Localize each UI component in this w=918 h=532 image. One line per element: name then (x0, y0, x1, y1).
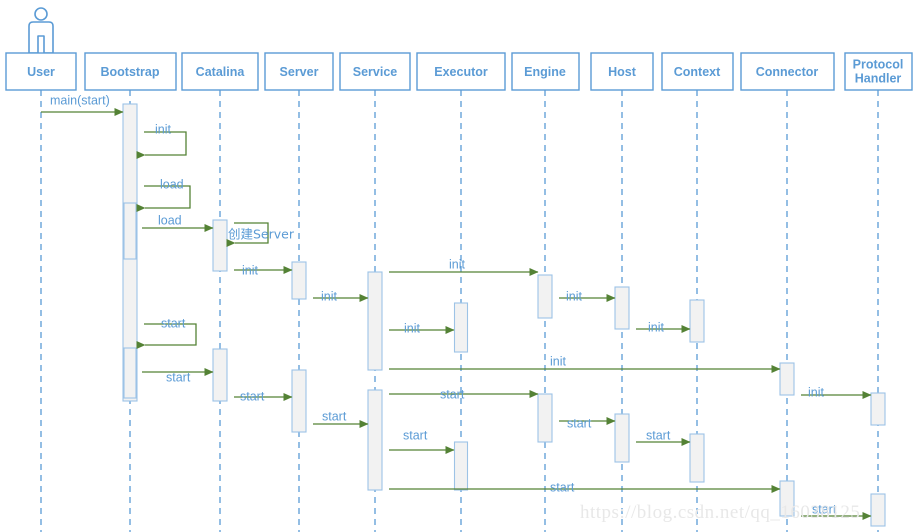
msg-connector-init: init (801, 385, 872, 399)
service-start-activation (367, 389, 383, 491)
participant-label-protocol: Protocol (853, 57, 904, 71)
msg-service-init-exec: init (389, 321, 455, 335)
msg-catalina-start: start (234, 389, 293, 403)
msg-catalina-start-label: start (240, 389, 265, 403)
user-actor-icon (28, 7, 54, 54)
activations-layer (122, 103, 886, 527)
context-start-activation (689, 433, 705, 483)
msg-catalina-create-label: 创建Server (228, 227, 295, 242)
msg-bootstrap-load: load (136, 177, 191, 212)
msg-bootstrap-start2-label: start (166, 370, 191, 384)
msg-server-init: init (313, 289, 369, 303)
msg-bootstrap-start-label: start (161, 316, 186, 330)
watermark-url: https://blog.csdn.net/qq_16038125 (580, 502, 860, 523)
host-start-activation (614, 413, 630, 463)
msg-service-init-conn: init (389, 354, 781, 373)
participant-label-service: Service (353, 65, 398, 79)
msg-main-start: main(start) (41, 93, 124, 116)
participant-user[interactable]: User (5, 52, 77, 91)
participant-label-bootstrap: Bootstrap (100, 65, 159, 79)
msg-service-init-engine: init (389, 257, 539, 276)
msg-catalina-create: 创建Server (226, 222, 295, 247)
msg-catalina-init-label: init (242, 263, 259, 277)
participant-label-server: Server (280, 65, 319, 79)
msg-host-init-context: init (636, 320, 691, 334)
msg-bootstrap-load-label: load (160, 177, 184, 191)
server-init-activation (291, 261, 307, 300)
participant-catalina[interactable]: Catalina (181, 52, 259, 91)
participant-label-connector: Connector (756, 65, 819, 79)
participant-executor[interactable]: Executor (416, 52, 506, 91)
participant-host[interactable]: Host (590, 52, 654, 91)
msg-bootstrap-start2: start (142, 368, 214, 384)
msg-service-start-exec: start (389, 428, 455, 454)
participant-server[interactable]: Server (264, 52, 334, 91)
participant-label2-protocol: Handler (855, 71, 902, 85)
participant-context[interactable]: Context (661, 52, 734, 91)
msg-host-init-context-label: init (648, 320, 665, 334)
participant-bootstrap[interactable]: Bootstrap (84, 52, 177, 91)
participant-headers-layer: User Bootstrap Catalina Server Service Execut… (5, 52, 913, 91)
participant-engine[interactable]: Engine (511, 52, 580, 91)
msg-bootstrap-load2-label: load (158, 213, 182, 227)
msg-server-init-label: init (321, 289, 338, 303)
protocol-start-activation (870, 493, 886, 527)
msg-service-start-eng-label: start (440, 387, 465, 401)
msg-bootstrap-start: start (136, 316, 197, 349)
msg-bootstrap-init: init (136, 122, 187, 159)
msg-service-start-conn: start (389, 480, 781, 494)
msg-service-init-engine-label: init (449, 257, 466, 271)
watermark-layer: https://blog.csdn.net/qq_16038125 (580, 502, 860, 523)
participant-label-executor: Executor (434, 65, 488, 79)
server-start-activation (291, 369, 307, 433)
bootstrap-start-activation (123, 347, 137, 399)
participant-label-engine: Engine (524, 65, 566, 79)
msg-main-start-label: main(start) (50, 93, 110, 107)
executor-start-activation (453, 441, 469, 491)
engine-start-activation (537, 393, 553, 443)
actor-layer (28, 7, 54, 54)
msg-service-start-conn-label: start (550, 480, 575, 494)
protocol-init-activation (870, 392, 886, 426)
msg-server-start: start (313, 409, 369, 428)
participant-label-catalina: Catalina (196, 65, 246, 79)
sequence-diagram-svg: main(start) init load load 创建Server init init i… (5, 7, 913, 532)
msg-service-init-exec-label: init (404, 321, 421, 335)
participant-label-host: Host (608, 65, 637, 79)
participant-protocol[interactable]: ProtocolHandler (844, 52, 913, 91)
msg-engine-start-host-label: start (567, 416, 592, 430)
participant-label-context: Context (674, 65, 721, 79)
msg-host-start-ctx-label: start (646, 428, 671, 442)
msg-catalina-init: init (234, 263, 293, 277)
participant-label-user: User (27, 65, 55, 79)
msg-service-init-conn-label: init (550, 354, 567, 368)
sequence-diagram-canvas: main(start) init load load 创建Server init init i… (0, 0, 918, 532)
executor-init-activation (453, 302, 469, 353)
service-init-activation (367, 271, 383, 371)
participant-service[interactable]: Service (339, 52, 411, 91)
msg-service-start-eng: start (389, 387, 539, 401)
connector-init-activation (779, 362, 795, 396)
catalina-start-activation (212, 348, 228, 402)
msg-service-start-exec-label: start (403, 428, 428, 442)
engine-init-activation (537, 274, 553, 319)
context-init-activation (689, 299, 705, 343)
msg-engine-init-host-label: init (566, 289, 583, 303)
msg-connector-init-label: init (808, 385, 825, 399)
msg-server-start-label: start (322, 409, 347, 423)
msg-host-start-ctx: start (636, 428, 691, 446)
msg-engine-start-host: start (559, 416, 616, 430)
participant-connector[interactable]: Connector (740, 52, 835, 91)
msg-bootstrap-init-label: init (155, 122, 172, 136)
msg-engine-init-host: init (559, 289, 616, 303)
bootstrap-load-activation (123, 202, 137, 260)
msg-bootstrap-load2: load (142, 213, 214, 232)
catalina-load-activation (212, 219, 228, 272)
host-init-activation (614, 286, 630, 330)
